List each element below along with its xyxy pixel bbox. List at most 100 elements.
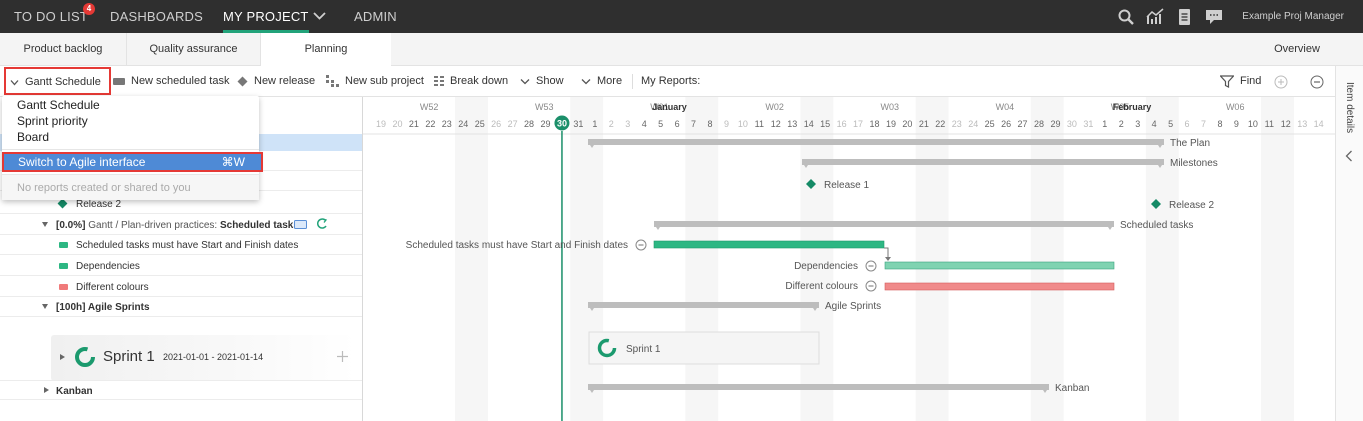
day-label: 14 xyxy=(804,119,814,129)
day-label: 2 xyxy=(1119,119,1124,129)
gantt-schedule-label: Gantt Schedule xyxy=(25,76,101,88)
different-colours-label: Different colours xyxy=(785,281,858,292)
task-bar-dependencies xyxy=(884,261,1115,270)
kanban-bar xyxy=(588,384,1049,390)
menu-item-sprint-priority[interactable]: Sprint priority xyxy=(17,114,88,128)
gantt-canvas: W52 W53 W01 W02 W03 W04 W05 W06January February1… xyxy=(363,97,1335,421)
add-circle-icon[interactable] xyxy=(1274,75,1288,89)
item-details-label: Item details xyxy=(1344,82,1355,134)
chat-icon[interactable] xyxy=(1205,8,1223,26)
task-bar-icon xyxy=(59,263,68,269)
agile-sprints-bar xyxy=(588,302,819,308)
nav-dashboards[interactable]: DASHBOARDS xyxy=(110,0,203,33)
tree-row-agile-sprints[interactable]: [100h] Agile Sprints xyxy=(0,297,362,317)
menu-item-gantt-schedule[interactable]: Gantt Schedule xyxy=(17,98,100,112)
day-label: 20 xyxy=(902,119,912,129)
menu-item-board[interactable]: Board xyxy=(17,130,49,144)
search-icon[interactable] xyxy=(1117,8,1135,26)
month-label: January xyxy=(652,102,687,112)
day-label: 14 xyxy=(1314,119,1324,129)
tree-row-scheduled-tasks-group[interactable]: [0.0%] Gantt / Plan-driven practices: Sc… xyxy=(0,215,362,235)
weekend-stripe xyxy=(1261,97,1294,421)
day-label: 6 xyxy=(675,119,680,129)
day-label: 5 xyxy=(658,119,663,129)
more-menu[interactable]: More xyxy=(581,66,622,97)
collapse-circle-icon[interactable] xyxy=(1310,75,1324,89)
day-label: 29 xyxy=(540,119,550,129)
group-path: Gantt / Plan-driven practices: xyxy=(88,220,218,231)
caret-right-icon[interactable] xyxy=(60,354,65,360)
release-1-label: Release 1 xyxy=(824,180,869,191)
caret-down-icon[interactable] xyxy=(42,304,48,309)
day-label: 28 xyxy=(524,119,534,129)
task-label: Scheduled tasks must have Start and Fini… xyxy=(76,240,299,251)
tab-product-backlog[interactable]: Product backlog xyxy=(0,33,127,66)
sprint-card[interactable]: Sprint 1 2021-01-01 - 2021-01-14 xyxy=(51,335,356,381)
sprint-1-label: Sprint 1 xyxy=(626,344,661,355)
plus-icon[interactable] xyxy=(337,351,348,362)
gantt-schedule-selector[interactable]: Gantt Schedule xyxy=(4,67,111,95)
chevron-down-icon[interactable] xyxy=(313,11,326,21)
menu-item-switch-agile[interactable]: Switch to Agile interface ⌘W xyxy=(2,152,263,172)
day-label: 29 xyxy=(1050,119,1060,129)
tree-row-task[interactable]: Scheduled tasks must have Start and Fini… xyxy=(0,235,362,255)
gantt-chart: W52 W53 W01 W02 W03 W04 W05 W06 January February 1… xyxy=(363,97,1335,421)
dependency-arrow-line xyxy=(884,247,889,257)
caret-down-icon[interactable] xyxy=(42,222,48,227)
user-menu[interactable]: Example Proj Manager xyxy=(1242,0,1344,33)
item-details-panel-toggle[interactable]: Item details xyxy=(1335,66,1363,421)
refresh-icon[interactable] xyxy=(317,218,328,231)
day-label: 3 xyxy=(625,119,630,129)
day-label: 24 xyxy=(968,119,978,129)
analytics-icon[interactable] xyxy=(1146,8,1164,26)
group-progress: [0.0%] xyxy=(56,220,86,231)
new-release-button[interactable]: New release xyxy=(237,66,315,97)
new-scheduled-task-button[interactable]: New scheduled task xyxy=(113,66,229,97)
chevron-left-icon[interactable] xyxy=(1345,150,1353,162)
nav-my-project[interactable]: MY PROJECT xyxy=(223,0,309,33)
tab-quality-assurance[interactable]: Quality assurance xyxy=(127,33,261,66)
switch-agile-label: Switch to Agile interface xyxy=(18,155,146,169)
day-label: 15 xyxy=(820,119,830,129)
tree-row-task[interactable]: Different colours xyxy=(0,277,362,297)
tree-row-kanban[interactable]: Kanban xyxy=(0,380,362,400)
new-sub-project-button[interactable]: New sub project xyxy=(326,66,424,97)
dependencies-label: Dependencies xyxy=(794,261,858,272)
day-label: 18 xyxy=(869,119,879,129)
agile-sprints-label: [100h] Agile Sprints xyxy=(56,302,150,313)
week-label: W53 xyxy=(535,102,554,112)
comment-icon[interactable] xyxy=(294,220,307,229)
break-down-button[interactable]: Break down xyxy=(434,66,508,97)
top-navigation-bar: TO DO LIST 4 DASHBOARDS MY PROJECT ADMIN… xyxy=(0,0,1363,33)
month-label: February xyxy=(1113,102,1152,112)
weekend-stripe xyxy=(915,97,949,421)
sprint-dates: 2021-01-01 - 2021-01-14 xyxy=(163,352,264,362)
week-label: W06 xyxy=(1226,102,1245,112)
find-button[interactable]: Find xyxy=(1220,66,1261,97)
day-label: 31 xyxy=(573,119,583,129)
tab-planning[interactable]: Planning xyxy=(261,33,391,67)
tab-overview[interactable]: Overview xyxy=(1256,33,1338,66)
day-label: 22 xyxy=(425,119,435,129)
tree-row-task[interactable]: Dependencies xyxy=(0,256,362,276)
show-menu[interactable]: Show xyxy=(520,66,564,97)
weekend-stripe xyxy=(800,97,834,421)
document-icon[interactable] xyxy=(1176,8,1194,26)
day-label: 1 xyxy=(1102,119,1107,129)
day-label: 5 xyxy=(1168,119,1173,129)
nav-todo-list[interactable]: TO DO LIST xyxy=(14,0,88,33)
day-label: 27 xyxy=(1018,119,1028,129)
my-reports-label: My Reports: xyxy=(641,75,701,87)
day-label: 2 xyxy=(609,119,614,129)
day-label: 9 xyxy=(1234,119,1239,129)
caret-right-icon[interactable] xyxy=(44,387,49,393)
day-label: 12 xyxy=(1281,119,1291,129)
task-start-finish-label: Scheduled tasks must have Start and Fini… xyxy=(406,240,628,251)
group-name: Scheduled tasks xyxy=(219,220,299,231)
day-label: 6 xyxy=(1185,119,1190,129)
grid-icon xyxy=(434,76,444,87)
nav-admin[interactable]: ADMIN xyxy=(354,0,397,33)
week-label: W02 xyxy=(765,102,784,112)
chevron-down-icon xyxy=(10,79,19,86)
day-label: 10 xyxy=(1248,119,1258,129)
